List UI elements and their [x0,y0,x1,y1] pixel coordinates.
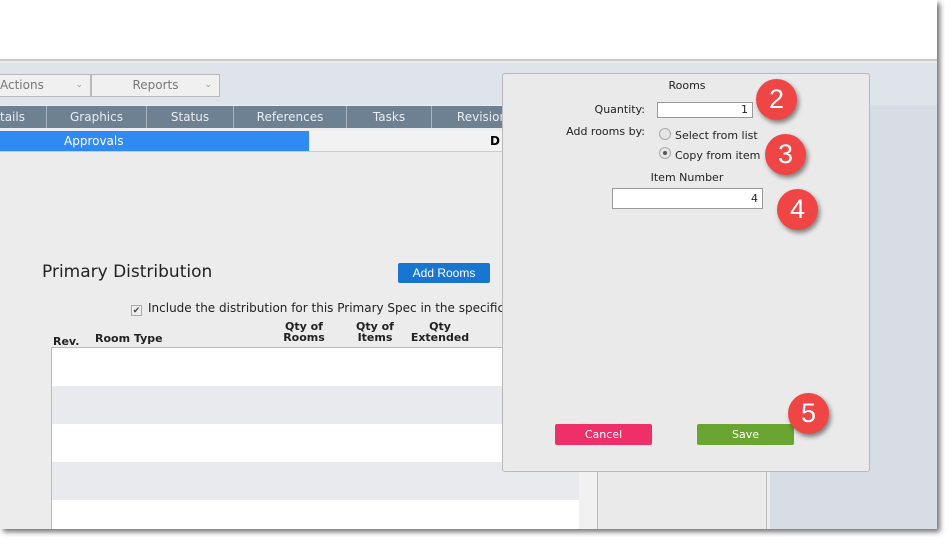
table-row[interactable] [52,386,579,424]
window-header [0,0,937,61]
page-title: Primary Distribution [42,262,213,282]
item-number-input[interactable]: 4 [612,188,763,209]
distribution-table [51,347,579,529]
tab-graphics[interactable]: Graphics [47,106,147,128]
callout-4: 4 [777,189,818,230]
add-rooms-by-label: Add rooms by: [566,125,645,138]
header-qty-extended: Qty Extended [405,321,475,343]
subtab-approvals[interactable]: Approvals [0,131,309,151]
quantity-input[interactable]: 1 [657,102,753,118]
tab-tasks[interactable]: Tasks [347,106,432,128]
subtab-bar: Approvals D [0,131,502,152]
table-row[interactable] [52,424,579,462]
quantity-label: Quantity: [594,103,645,116]
callout-3: 3 [765,134,806,175]
copy-from-item-label[interactable]: Copy from item [675,149,760,162]
subtab-other[interactable]: D [310,131,502,151]
reports-label: Reports [132,78,179,92]
callout-2: 2 [756,79,797,120]
cancel-button[interactable]: Cancel [555,424,652,445]
chevron-down-icon: ⌄ [204,80,212,90]
include-distribution-checkbox-row[interactable]: ✔ Include the distribution for this Prima… [131,301,506,316]
checkbox[interactable]: ✔ [131,305,142,316]
reports-dropdown[interactable]: Reports ⌄ [91,74,220,97]
app-window: Actions ⌄ Reports ⌄ tails Graphics Status … [0,0,937,529]
chevron-down-icon: ⌄ [75,80,83,90]
actions-label: Actions [0,78,44,92]
table-row[interactable] [52,500,579,529]
table-row[interactable] [52,348,579,386]
header-text: Items [357,331,393,344]
tab-status[interactable]: Status [147,106,234,128]
select-from-list-label[interactable]: Select from list [675,129,758,142]
header-rev: Rev. [53,335,80,348]
header-qty-rooms: Qty of Rooms [275,321,333,343]
callout-5: 5 [788,393,829,434]
header-qty-items: Qty of Items [346,321,404,343]
copy-from-item-radio[interactable] [659,147,671,159]
table-row[interactable] [52,462,579,500]
tab-references[interactable]: References [234,106,347,128]
save-button[interactable]: Save [697,424,794,445]
include-label: Include the distribution for this Primar… [148,301,506,315]
add-rooms-button[interactable]: Add Rooms [398,263,490,283]
select-from-list-radio[interactable] [659,128,671,140]
dialog-title: Rooms [668,79,706,92]
actions-dropdown[interactable]: Actions ⌄ [0,74,91,97]
item-number-label: Item Number [650,171,724,184]
tab-details[interactable]: tails [0,106,47,128]
header-text: Rooms [283,331,325,344]
header-text: Extended [410,331,470,344]
header-room-type: Room Type [95,332,163,345]
